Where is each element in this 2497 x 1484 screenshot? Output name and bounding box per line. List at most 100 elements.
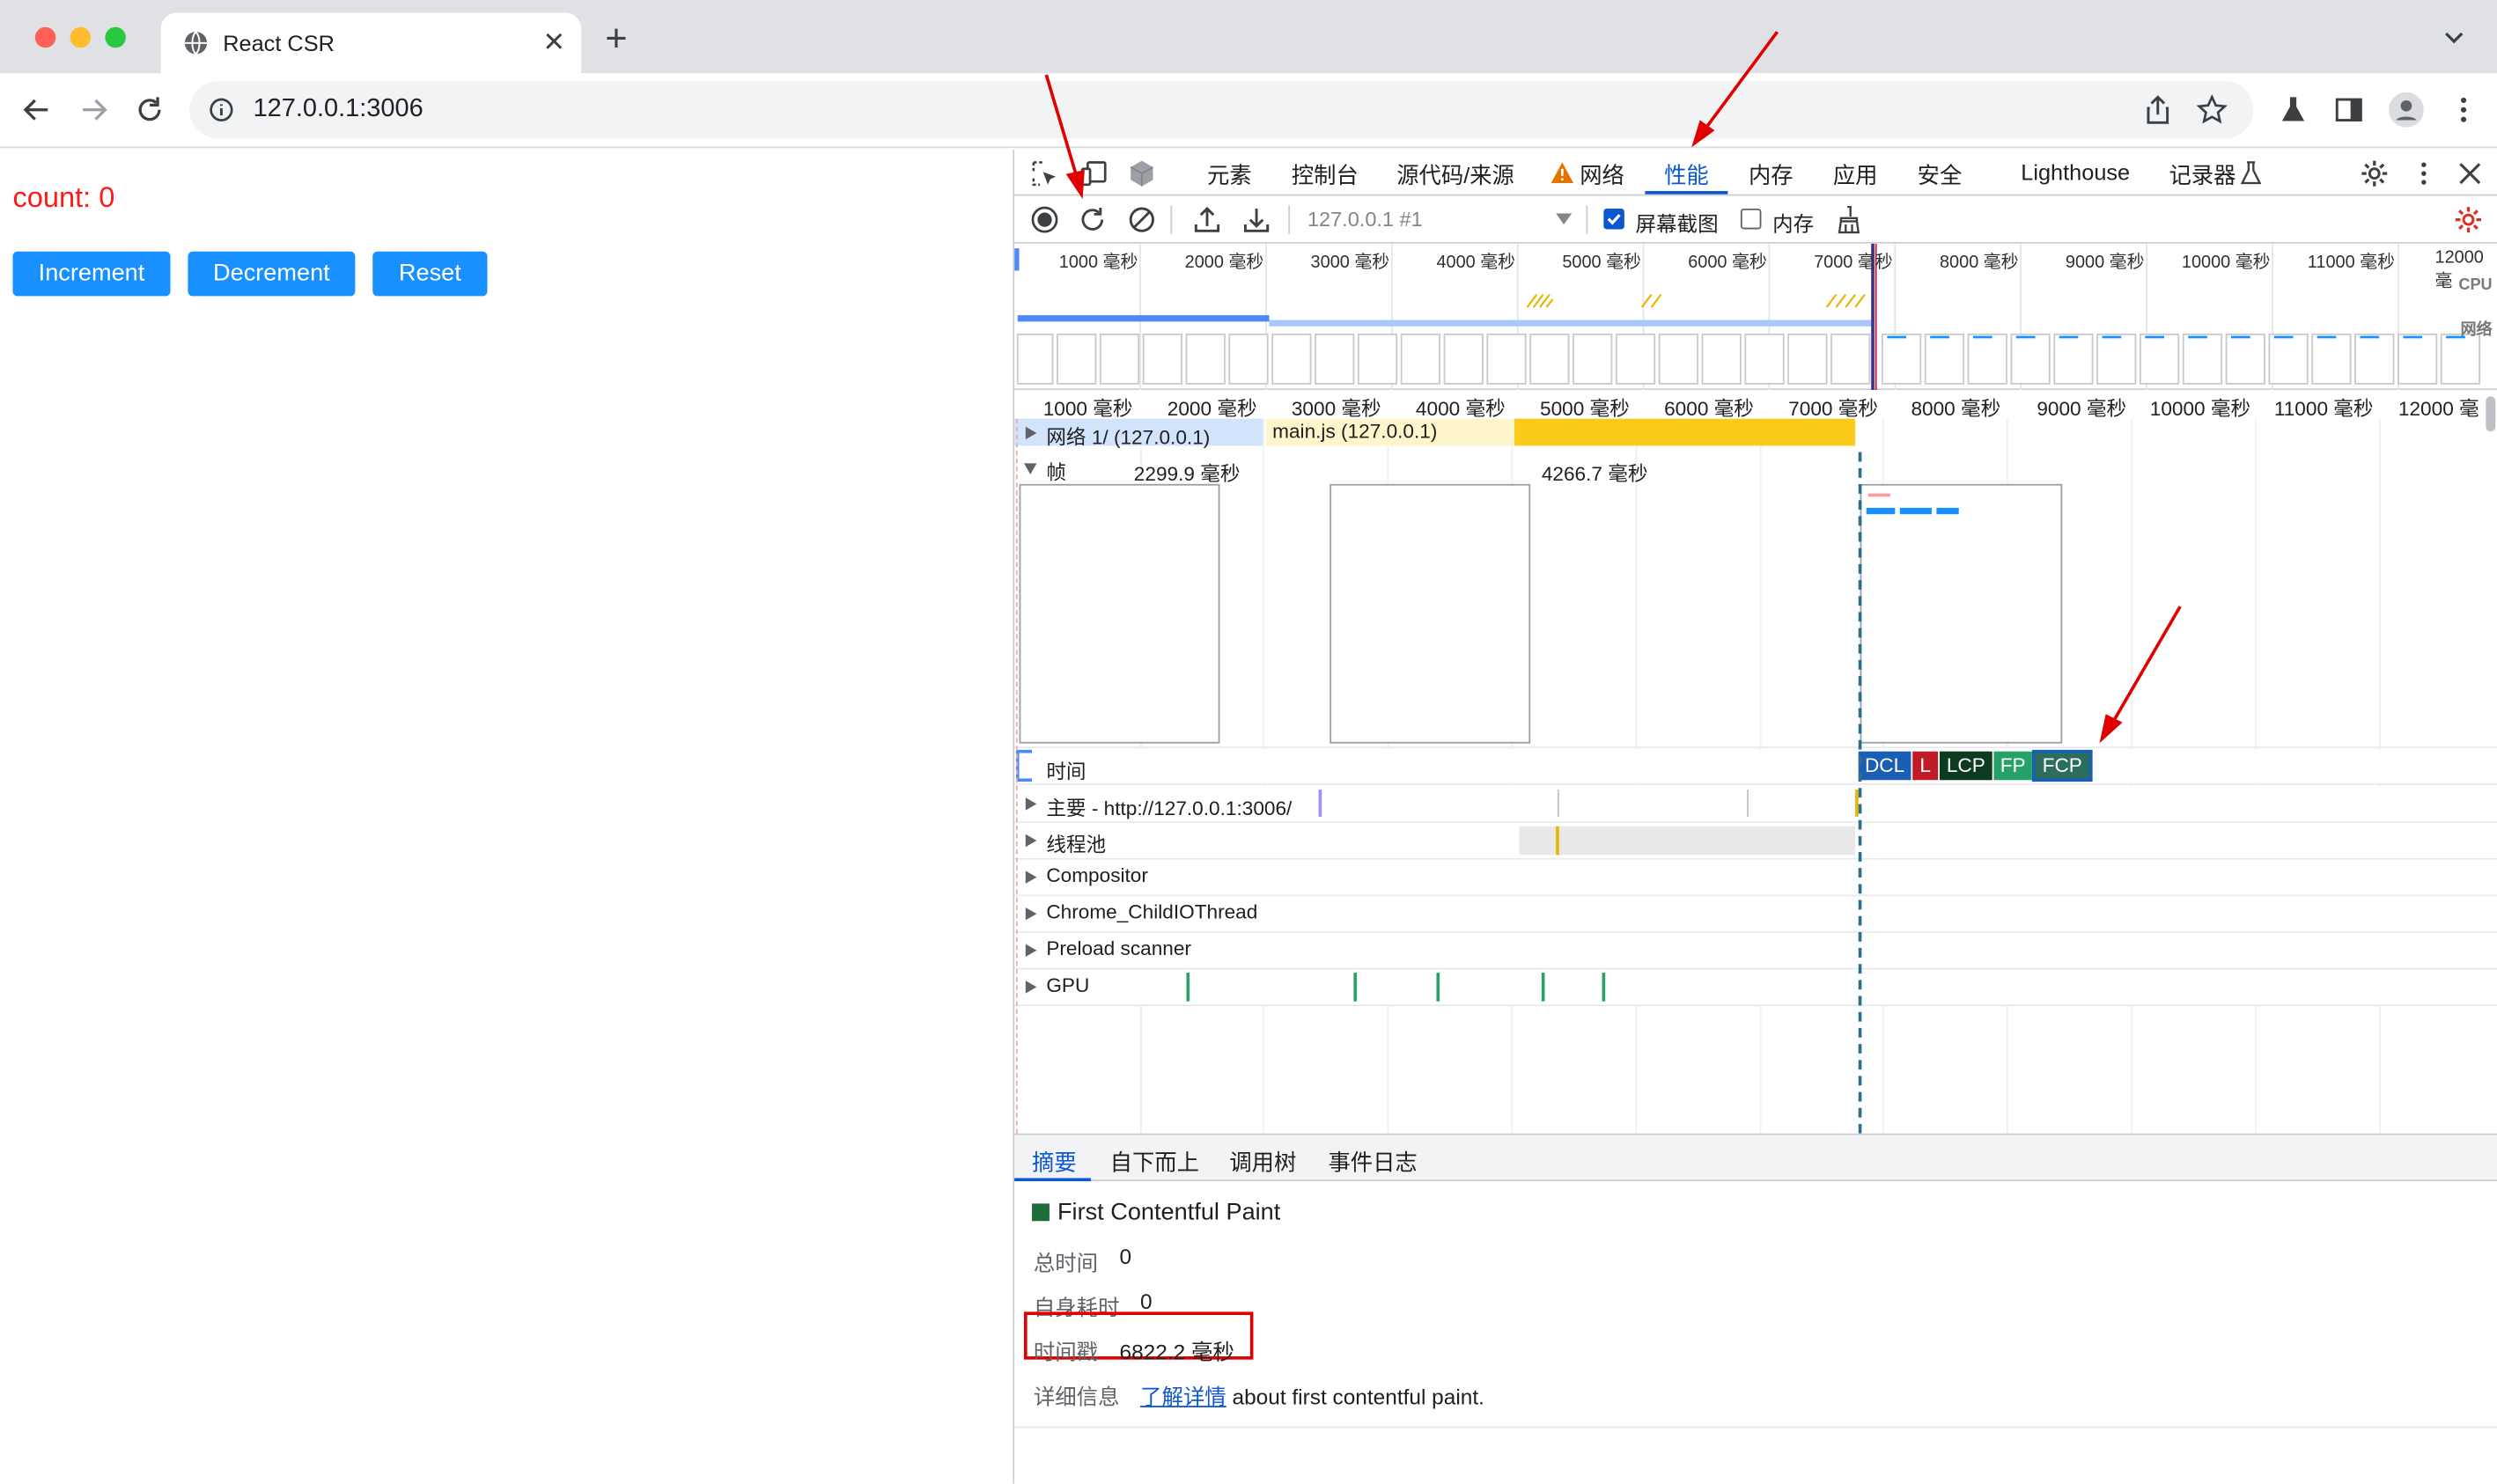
ruler-tick: 8000 毫秒 (1911, 398, 2001, 421)
inspect-element-icon[interactable] (1030, 159, 1059, 188)
tab-performance[interactable]: 性能 (1664, 159, 1709, 191)
ruler-tick: 2000 毫秒 (1167, 398, 1257, 421)
marker-lcp[interactable]: LCP (1939, 751, 1992, 781)
summary-title: First Contentful Paint (1057, 1198, 1281, 1226)
tab-lighthouse[interactable]: Lighthouse (2021, 159, 2130, 185)
frame-screenshot[interactable] (1860, 483, 2063, 744)
thread-track[interactable]: 主要 - http://127.0.0.1:3006/ (1014, 786, 2497, 824)
thread-track-label: GPU (1046, 973, 1090, 997)
bookmark-star-icon[interactable] (2196, 94, 2228, 126)
record-icon[interactable] (1030, 205, 1059, 234)
expand-triangle-icon[interactable] (1025, 944, 1037, 958)
back-icon[interactable] (21, 94, 53, 126)
tab-application[interactable]: 应用 (1833, 159, 1878, 191)
expand-triangle-icon[interactable] (1025, 426, 1037, 440)
forward-icon[interactable] (78, 94, 110, 126)
tab-console[interactable]: 控制台 (1292, 159, 1359, 191)
expand-triangle-icon[interactable] (1025, 834, 1037, 848)
tab-security[interactable]: 安全 (1918, 159, 1963, 191)
marker-dcl[interactable]: DCL (1858, 751, 1911, 781)
tab-recorder[interactable]: 记录器 (2169, 159, 2236, 191)
memory-label: 内存 (1772, 211, 1815, 236)
more-vertical-icon[interactable] (2410, 159, 2439, 188)
thread-track-label: 线程池 (1046, 834, 1107, 857)
tab-elements[interactable]: 元素 (1207, 159, 1252, 191)
expand-triangle-icon[interactable] (1025, 871, 1037, 884)
timings-track[interactable]: 时间 DCL L LCP FP FCP (1014, 749, 2497, 785)
increment-button[interactable]: Increment (12, 251, 171, 297)
frame-screenshot[interactable] (1330, 483, 1531, 744)
reload-icon[interactable] (134, 94, 166, 126)
marker-fcp[interactable]: FCP (2031, 749, 2093, 782)
overview-tick: 3000 毫秒 (1310, 253, 1390, 273)
experimental-flask-icon (2240, 161, 2262, 185)
close-devtools-icon[interactable] (2456, 159, 2485, 188)
clear-icon[interactable] (1128, 205, 1157, 234)
profile-avatar-icon[interactable] (2389, 92, 2424, 128)
memory-checkbox[interactable] (1740, 208, 1762, 230)
settings-gear-icon[interactable] (2360, 159, 2389, 188)
browser-tab[interactable]: React CSR ✕ (160, 12, 582, 74)
side-panel-icon[interactable] (2333, 94, 2365, 126)
frame-screenshot[interactable] (1019, 483, 1220, 744)
thread-track[interactable]: 线程池 (1014, 823, 2497, 860)
labs-flask-icon[interactable] (2277, 94, 2309, 126)
learn-more-link[interactable]: 了解详情 (1140, 1385, 1226, 1409)
toolbar-divider (1170, 205, 1173, 234)
tab-sources[interactable]: 源代码/来源 (1396, 159, 1514, 191)
dropdown-triangle-icon[interactable] (1556, 213, 1573, 225)
garbage-collect-broom-icon[interactable] (1835, 205, 1864, 234)
expand-triangle-icon[interactable] (1025, 981, 1037, 994)
decrement-button[interactable]: Decrement (188, 251, 356, 297)
tab-event-log[interactable]: 事件日志 (1328, 1146, 1417, 1178)
maximize-window-button[interactable] (105, 26, 126, 48)
tab-call-tree[interactable]: 调用树 (1229, 1146, 1296, 1178)
toolbar-divider (1586, 205, 1588, 234)
main-js-request[interactable]: main.js (127.0.0.1) (1272, 420, 1437, 442)
timeline-overview[interactable]: 1000 毫秒 2000 毫秒 3000 毫秒 4000 毫秒 5000 毫秒 … (1014, 243, 2497, 391)
total-time-value: 0 (1119, 1245, 1132, 1269)
recording-select[interactable]: 127.0.0.1 #1 (1307, 207, 1423, 231)
tab-bottom-up[interactable]: 自下而上 (1110, 1146, 1199, 1178)
marker-load[interactable]: L (1912, 751, 1939, 781)
reload-profile-icon[interactable] (1078, 205, 1107, 234)
minimize-window-button[interactable] (70, 26, 92, 48)
marker-fp[interactable]: FP (1993, 751, 2032, 781)
expand-triangle-icon[interactable] (1025, 907, 1037, 921)
thread-track[interactable]: Preload scanner (1014, 932, 2497, 970)
capture-settings-gear-icon[interactable] (2454, 205, 2483, 234)
time-ruler: 1000 毫秒 2000 毫秒 3000 毫秒 4000 毫秒 5000 毫秒 … (1014, 390, 2497, 421)
ruler-tick: 4000 毫秒 (1415, 398, 1506, 421)
screenshots-checkbox[interactable] (1603, 208, 1624, 230)
frames-track[interactable]: 帧 2299.9 毫秒 4266.7 毫秒 (1014, 451, 2497, 749)
thread-track[interactable]: Chrome_ChildIOThread (1014, 896, 2497, 933)
total-time-label: 总时间 (1033, 1251, 1099, 1275)
new-tab-button[interactable]: + (605, 20, 627, 59)
timings-track-label: 时间 (1046, 760, 1086, 783)
download-profile-icon[interactable] (1242, 205, 1271, 234)
tab-network[interactable]: 网络 (1580, 159, 1624, 191)
overview-network-label: 网络 (2460, 321, 2493, 340)
address-bar[interactable]: 127.0.0.1:3006 (189, 81, 2254, 139)
thread-track[interactable]: GPU (1014, 969, 2497, 1007)
browser-titlebar: React CSR ✕ + (0, 0, 2497, 74)
thread-track[interactable]: Compositor (1014, 859, 2497, 897)
upload-profile-icon[interactable] (1193, 205, 1222, 234)
network-track[interactable]: 网络 1/ (127.0.0.1) main.js (127.0.0.1) (1014, 418, 2497, 449)
overview-cpu-label: CPU (2458, 276, 2493, 295)
tab-memory[interactable]: 内存 (1749, 159, 1794, 191)
expand-triangle-icon[interactable] (1025, 797, 1037, 811)
close-window-button[interactable] (34, 26, 56, 48)
info-icon[interactable] (209, 97, 234, 122)
close-tab-icon[interactable]: ✕ (542, 27, 565, 59)
more-menu-icon[interactable] (2448, 94, 2479, 126)
chevron-down-icon[interactable] (2443, 26, 2465, 48)
reset-button[interactable]: Reset (372, 251, 488, 297)
tab-summary[interactable]: 摘要 (1032, 1146, 1077, 1178)
share-icon[interactable] (2142, 94, 2174, 126)
extension-cube-icon[interactable] (1128, 159, 1157, 188)
collapse-triangle-icon[interactable] (1023, 463, 1037, 474)
screenshots-label: 屏幕截图 (1635, 211, 1719, 236)
device-toolbar-icon[interactable] (1079, 159, 1109, 188)
thread-track-label: Preload scanner (1046, 937, 1191, 960)
